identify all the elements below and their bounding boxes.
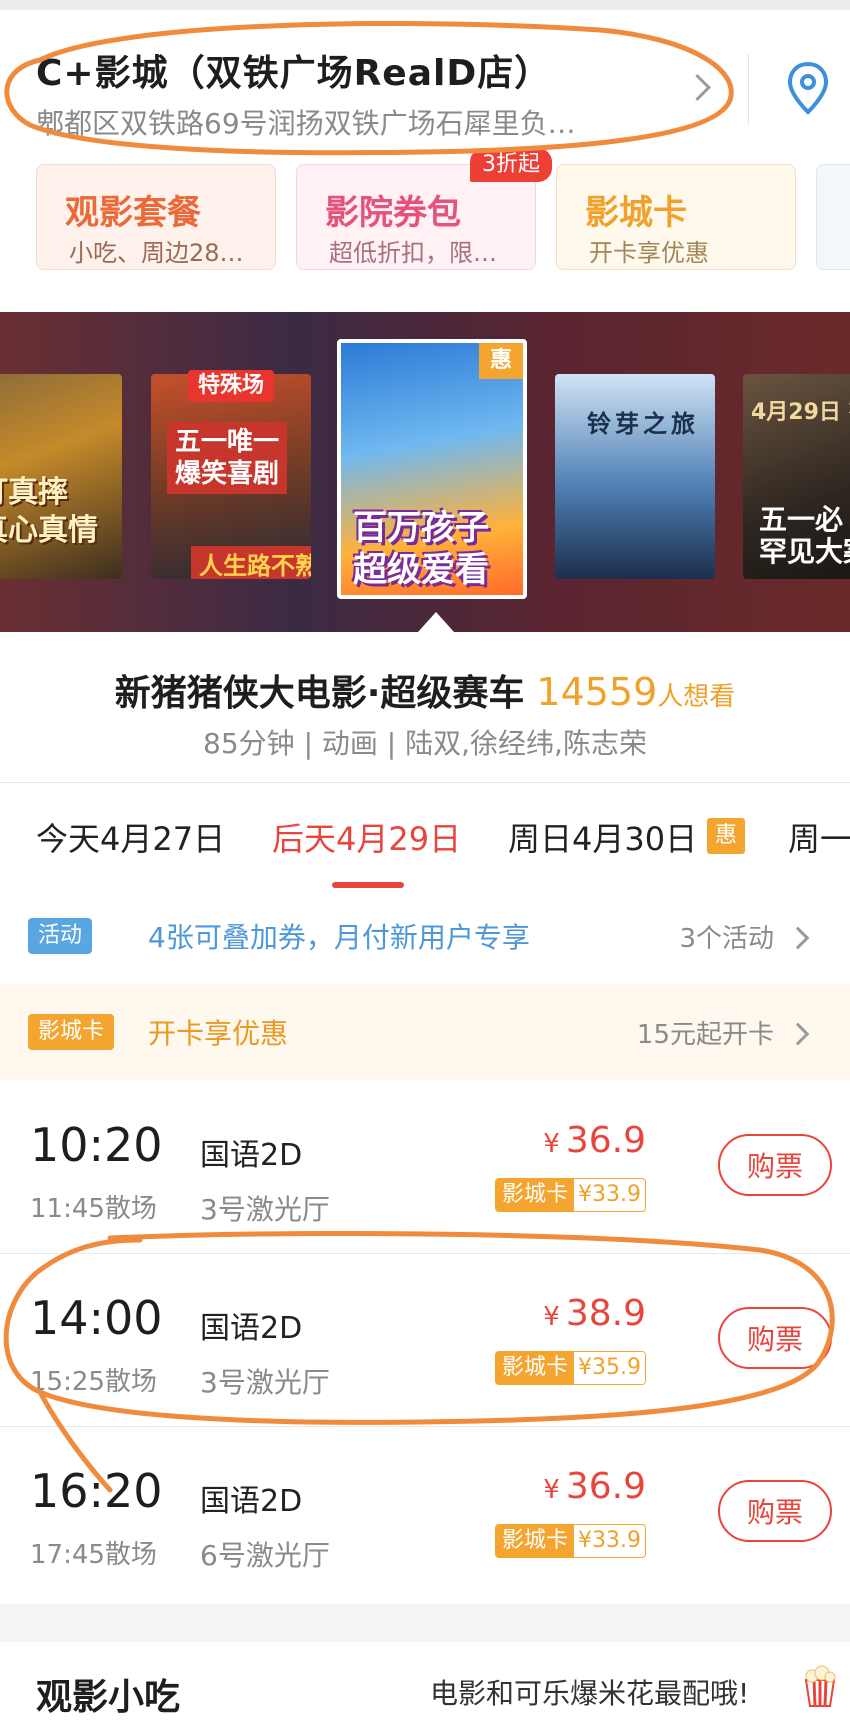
showtime-row[interactable]: 10:20 11:45散场 国语2D 3号激光厅 ¥36.9 影城卡 ¥33.9 … (0, 1080, 850, 1252)
movie-title: 新猪猪侠大电影·超级赛车 (114, 673, 525, 714)
discount-tag: 惠 (479, 343, 523, 379)
card-cinema-card[interactable]: 影城卡 开卡享优惠 (556, 164, 796, 270)
start-time: 14:00 (30, 1291, 163, 1345)
cinema-name: C+影城（双铁广场RealD店） (36, 53, 552, 94)
cinema-card-label: 影城卡 (28, 1014, 115, 1050)
cinema-card-row[interactable]: 影城卡 开卡享优惠 15元起开卡 (0, 984, 850, 1080)
activity-row[interactable]: 活动 4张可叠加券，月付新用户专享 3个活动 (0, 888, 850, 984)
price-value: 36.9 (565, 1120, 646, 1161)
activity-label: 活动 (28, 918, 93, 954)
top-divider (0, 0, 850, 10)
poster-text: 五一唯一 爆笑喜剧 (167, 422, 288, 494)
activity-count: 3个活动 (679, 924, 774, 954)
card-more[interactable] (816, 164, 850, 270)
card-price-tag: 影城卡 ¥33.9 (495, 1178, 646, 1212)
movie-poster[interactable]: 五一唯一 爆笑喜剧 人生路不熟 (151, 374, 311, 579)
card-tag-label: 影城卡 (496, 1179, 575, 1211)
showtime-row[interactable]: 16:20 17:45散场 国语2D 6号激光厅 ¥36.9 影城卡 ¥33.9 … (0, 1426, 850, 1598)
cinema-card-price: 15元起开卡 (636, 1020, 774, 1050)
discount-badge: 3折起 (470, 148, 552, 182)
snacks-title: 观影小吃 (36, 1677, 181, 1718)
card-title: 观影套餐 (65, 193, 201, 233)
card-subtitle: 超低折扣，限… (329, 239, 497, 267)
end-time: 11:45散场 (30, 1194, 157, 1224)
card-price: ¥33.9 (574, 1179, 645, 1211)
buy-ticket-button[interactable]: 购票 (718, 1480, 832, 1542)
hall-name: 3号激光厅 (200, 1366, 330, 1399)
currency-symbol: ¥ (543, 1475, 560, 1505)
location-pin-icon[interactable] (786, 60, 830, 116)
movie-poster-selected[interactable]: 惠 百万孩子 超级爱看 (337, 339, 527, 599)
currency-symbol: ¥ (543, 1129, 560, 1159)
discount-tag: 惠 (707, 818, 745, 854)
special-screening-tag: 特殊场 (188, 370, 275, 402)
activity-text: 4张可叠加券，月付新用户专享 (148, 921, 530, 954)
tab-date-selected[interactable]: 后天4月29日 (272, 814, 461, 860)
end-time: 15:25散场 (30, 1367, 157, 1397)
movie-title-row: 新猪猪侠大电影·超级赛车 14559人想看 (0, 664, 850, 716)
poster-text: 铃芽之旅 (587, 410, 699, 438)
movie-poster[interactable]: 打真摔 真心真情 (0, 374, 122, 579)
ticket-price: ¥36.9 (543, 1466, 646, 1507)
movie-meta: 85分钟 | 动画 | 陆双,徐经纬,陈志荣 (203, 727, 647, 760)
card-subtitle: 小吃、周边28… (69, 239, 244, 267)
card-price-tag: 影城卡 ¥33.9 (495, 1524, 646, 1558)
tab-date-monday[interactable]: 周一 (788, 814, 850, 860)
movie-poster[interactable]: 铃芽之旅 (555, 374, 715, 579)
start-time: 16:20 (30, 1464, 163, 1518)
poster-text: 4月29日 有惑必 (751, 400, 850, 425)
end-time: 17:45散场 (30, 1540, 157, 1570)
buy-ticket-button[interactable]: 购票 (718, 1307, 832, 1369)
cinema-address: 郫都区双铁路69号润扬双铁广场石犀里负… (36, 107, 576, 140)
card-tag-label: 影城卡 (496, 1352, 575, 1384)
chevron-right-icon (786, 1022, 810, 1046)
language-format: 国语2D (200, 1484, 303, 1519)
buy-ticket-button[interactable]: 购票 (718, 1134, 832, 1196)
language-format: 国语2D (200, 1311, 303, 1346)
chevron-right-icon[interactable] (684, 74, 711, 101)
popcorn-icon (804, 1665, 836, 1707)
card-title: 影院券包 (325, 193, 461, 233)
cinema-card-text: 开卡享优惠 (148, 1017, 289, 1050)
price-value: 36.9 (565, 1466, 646, 1507)
card-price: ¥35.9 (574, 1352, 645, 1384)
card-subtitle: 开卡享优惠 (589, 239, 709, 267)
section-gap (0, 1604, 850, 1642)
currency-symbol: ¥ (543, 1302, 560, 1332)
poster-text: 打真摔 真心真情 (0, 475, 98, 548)
tab-date-sunday[interactable]: 周日4月30日 (508, 814, 697, 860)
showtime-row[interactable]: 14:00 15:25散场 国语2D 3号激光厅 ¥38.9 影城卡 ¥35.9 … (0, 1253, 850, 1425)
selected-pointer (418, 612, 454, 632)
want-label: 人想看 (657, 682, 736, 712)
movie-poster[interactable]: 4月29日 有惑必 五一必 罕见大案 (743, 374, 850, 579)
card-tag-label: 影城卡 (496, 1525, 575, 1557)
want-count: 14559 (536, 670, 658, 714)
hall-name: 3号激光厅 (200, 1193, 330, 1226)
card-price-tag: 影城卡 ¥35.9 (495, 1351, 646, 1385)
language-format: 国语2D (200, 1138, 303, 1173)
tab-date-today[interactable]: 今天4月27日 (36, 814, 225, 860)
snacks-subtitle: 电影和可乐爆米花最配哦! (430, 1677, 750, 1710)
cinema-header[interactable]: C+影城（双铁广场RealD店） 郫都区双铁路69号润扬双铁广场石犀里负… (0, 10, 850, 160)
feature-cards: 观影套餐 小吃、周边28… 影院券包 超低折扣，限… 影城卡 开卡享优惠 3折起 (0, 148, 850, 280)
card-title: 影城卡 (585, 193, 687, 233)
ticket-price: ¥36.9 (543, 1120, 646, 1161)
start-time: 10:20 (30, 1118, 163, 1172)
card-price: ¥33.9 (574, 1525, 645, 1557)
poster-title: 人生路不熟 (191, 546, 311, 579)
card-snack-package[interactable]: 观影套餐 小吃、周边28… (36, 164, 276, 270)
hall-name: 6号激光厅 (200, 1539, 330, 1572)
divider (748, 54, 749, 124)
poster-carousel[interactable]: 打真摔 真心真情 五一唯一 爆笑喜剧 人生路不熟 特殊场 惠 百万孩子 超级爱看… (0, 312, 850, 632)
poster-text: 百万孩子 超级爱看 (353, 508, 489, 590)
ticket-price: ¥38.9 (543, 1293, 646, 1334)
price-value: 38.9 (565, 1293, 646, 1334)
chevron-right-icon (786, 926, 810, 950)
poster-title: 五一必 罕见大案 (759, 503, 850, 568)
